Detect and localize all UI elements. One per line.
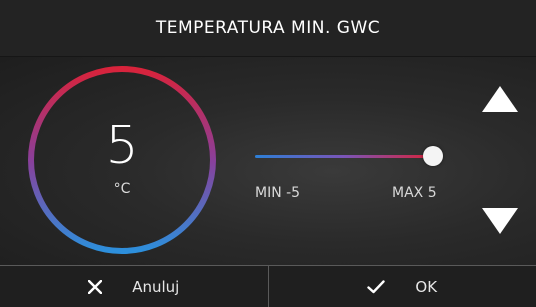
title-text: TEMPERATURA MIN. GWC — [156, 18, 380, 38]
cancel-button[interactable]: Anuluj — [0, 266, 268, 307]
screen-title: TEMPERATURA MIN. GWC — [0, 0, 536, 57]
ok-button[interactable]: OK — [268, 266, 536, 307]
decrease-triangle-down-icon[interactable] — [480, 204, 520, 236]
cancel-label: Anuluj — [132, 278, 179, 296]
slider-max-label: MAX 5 — [392, 185, 437, 201]
check-icon — [367, 280, 385, 294]
temperature-value: 5 — [26, 118, 218, 174]
increase-triangle-up-icon[interactable] — [480, 84, 520, 116]
slider-min-label: MIN -5 — [255, 185, 300, 201]
temperature-slider-track[interactable] — [255, 155, 433, 158]
temperature-slider-thumb[interactable] — [423, 146, 443, 166]
footer-bar: Anuluj OK — [0, 265, 536, 307]
x-icon — [88, 280, 102, 294]
ok-label: OK — [415, 278, 437, 296]
temperature-unit: °C — [26, 181, 218, 197]
